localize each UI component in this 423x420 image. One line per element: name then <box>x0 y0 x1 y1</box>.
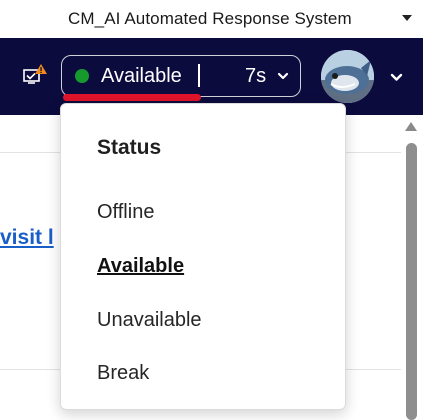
avatar-image <box>321 50 374 103</box>
chevron-down-icon <box>277 72 289 80</box>
status-option-offline[interactable]: Offline <box>97 201 154 224</box>
status-option-unavailable[interactable]: Unavailable <box>97 309 202 332</box>
scrollbar-thumb[interactable] <box>406 143 417 420</box>
status-dropdown-menu: Status Offline Available Unavailable Bre… <box>60 103 346 410</box>
text-cursor-divider <box>198 64 200 87</box>
window-title: CM_AI Automated Response System <box>68 9 352 28</box>
current-status-label: Available <box>101 65 182 87</box>
status-indicator-dot <box>75 69 89 83</box>
status-option-available[interactable]: Available <box>97 255 184 278</box>
window-title-bar: CM_AI Automated Response System <box>0 0 423 39</box>
monitor-alert-icon[interactable] <box>22 62 48 86</box>
visit-link[interactable]: visit l <box>0 226 54 250</box>
status-option-break[interactable]: Break <box>97 362 149 385</box>
account-menu-chevron-icon[interactable] <box>390 71 403 83</box>
status-highlight-underline <box>63 94 201 101</box>
status-menu-heading: Status <box>97 136 162 159</box>
user-avatar[interactable] <box>321 50 374 103</box>
status-selector-button[interactable]: Available 7s <box>61 55 301 97</box>
status-timer: 7s <box>245 65 267 87</box>
title-dropdown-caret-icon[interactable] <box>402 15 412 21</box>
scroll-up-arrow-icon[interactable] <box>405 122 417 131</box>
